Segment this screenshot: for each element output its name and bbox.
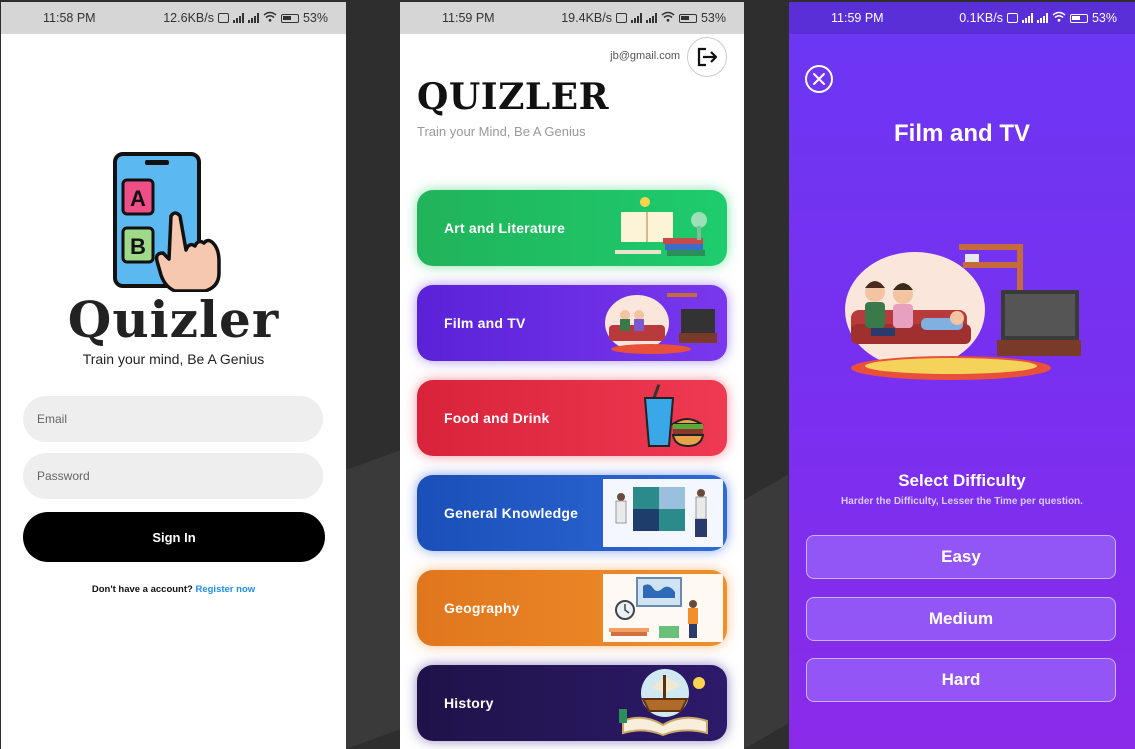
notification-icon bbox=[1006, 13, 1018, 23]
signal-icon bbox=[630, 13, 642, 23]
category-card-art-and-literature[interactable]: Art and Literature bbox=[417, 190, 727, 266]
signal-icon bbox=[232, 13, 244, 23]
register-link[interactable]: Register now bbox=[195, 584, 255, 595]
category-card-geography[interactable]: Geography bbox=[417, 570, 727, 646]
logout-icon bbox=[697, 47, 718, 67]
wifi-icon bbox=[1052, 11, 1066, 25]
status-time: 11:59 PM bbox=[831, 11, 884, 25]
medium-button[interactable]: Medium bbox=[806, 597, 1116, 641]
puzzle-illustration bbox=[603, 479, 723, 547]
signal-icon bbox=[1036, 13, 1048, 23]
wifi-icon bbox=[263, 11, 277, 25]
background-shape bbox=[744, 474, 788, 749]
status-bar: 11:59 PM 0.1KB/s 53% bbox=[789, 2, 1135, 34]
battery-icon bbox=[678, 13, 697, 23]
notification-icon bbox=[217, 13, 229, 23]
signal-icon bbox=[645, 13, 657, 23]
category-label: Food and Drink bbox=[444, 410, 550, 426]
difficulty-heading: Select Difficulty bbox=[898, 471, 1026, 490]
living-room-illustration bbox=[605, 293, 717, 354]
letter-b: B bbox=[130, 234, 146, 259]
category-label: General Knowledge bbox=[444, 505, 579, 521]
living-room-illustration bbox=[841, 240, 1081, 395]
app-title: QUIZLER bbox=[417, 76, 610, 118]
category-label: Film and TV bbox=[444, 315, 526, 331]
signal-icon bbox=[247, 13, 259, 23]
food-illustration bbox=[643, 384, 705, 448]
status-time: 11:58 PM bbox=[43, 11, 96, 25]
register-prompt-line: Don't have a account? Register now bbox=[1, 584, 346, 595]
register-prompt: Don't have a account? bbox=[91, 584, 193, 595]
battery-icon bbox=[280, 13, 299, 23]
category-card-food-and-drink[interactable]: Food and Drink bbox=[417, 380, 727, 456]
difficulty-screen: 11:59 PM 0.1KB/s 53% Film and TV Select … bbox=[789, 2, 1135, 749]
close-icon bbox=[813, 73, 825, 85]
status-bar: 11:59 PM 19.4KB/s 53% bbox=[400, 2, 744, 34]
login-screen: 11:58 PM 12.6KB/s 53% A B Quizler Train … bbox=[1, 2, 346, 749]
wifi-icon bbox=[661, 11, 675, 25]
password-field[interactable] bbox=[23, 453, 323, 499]
category-label: History bbox=[444, 695, 494, 711]
geography-illustration bbox=[603, 574, 723, 642]
battery-level: 53% bbox=[700, 11, 726, 25]
status-icons: 12.6KB/s 53% bbox=[163, 11, 328, 25]
status-icons: 19.4KB/s 53% bbox=[561, 11, 726, 25]
battery-level: 53% bbox=[1091, 11, 1117, 25]
category-label: Art and Literature bbox=[444, 220, 566, 236]
network-speed: 19.4KB/s bbox=[561, 11, 612, 25]
status-icons: 0.1KB/s 53% bbox=[959, 11, 1117, 25]
category-card-film-and-tv[interactable]: Film and TV bbox=[417, 285, 727, 361]
status-time: 11:59 PM bbox=[442, 11, 495, 25]
app-tagline: Train your Mind, Be A Genius bbox=[417, 124, 586, 139]
hard-button[interactable]: Hard bbox=[806, 658, 1116, 702]
notification-icon bbox=[615, 13, 627, 23]
category-card-general-knowledge[interactable]: General Knowledge bbox=[417, 475, 727, 551]
battery-icon bbox=[1069, 13, 1088, 23]
background-shape bbox=[346, 448, 406, 749]
close-button[interactable] bbox=[805, 65, 833, 93]
email-field[interactable] bbox=[23, 396, 323, 442]
status-bar: 11:58 PM 12.6KB/s 53% bbox=[1, 2, 346, 34]
brand-tagline: Train your mind, Be A Genius bbox=[82, 351, 265, 367]
letter-a: A bbox=[130, 186, 146, 211]
user-email: jb@gmail.com bbox=[610, 50, 680, 62]
logout-button[interactable] bbox=[687, 37, 727, 77]
sign-in-button[interactable]: Sign In bbox=[23, 512, 325, 562]
network-speed: 12.6KB/s bbox=[163, 11, 214, 25]
difficulty-subtitle: Harder the Difficulty, Lesser the Time p… bbox=[841, 496, 1083, 507]
signal-icon bbox=[1021, 13, 1033, 23]
quiz-phone-illustration: A B bbox=[109, 152, 239, 297]
battery-level: 53% bbox=[302, 11, 328, 25]
books-illustration bbox=[615, 197, 707, 256]
category-title: Film and TV bbox=[893, 120, 1030, 147]
brand-title: Quizler bbox=[67, 290, 280, 349]
easy-button[interactable]: Easy bbox=[806, 535, 1116, 579]
category-label: Geography bbox=[444, 600, 520, 616]
category-card-history[interactable]: History bbox=[417, 665, 727, 741]
history-book-illustration bbox=[619, 669, 708, 737]
categories-screen: 11:59 PM 19.4KB/s 53% jb@gmail.com QUIZL… bbox=[400, 2, 744, 749]
network-speed: 0.1KB/s bbox=[959, 11, 1003, 25]
